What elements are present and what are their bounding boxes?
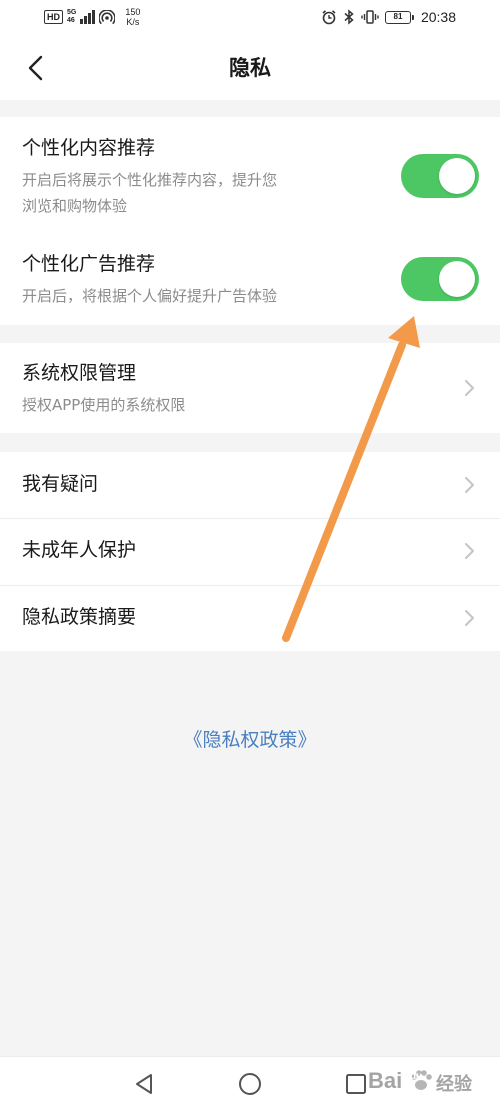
network-speed-unit: K/s (126, 17, 140, 27)
list-item-label: 隐私政策摘要 (22, 606, 137, 628)
links-card: 我有疑问 未成年人保护 隐私政策摘要 (0, 452, 500, 651)
status-right: 81 20:38 (321, 8, 456, 26)
personalized-ads-title: 个性化广告推荐 (22, 253, 156, 275)
signal-icon (80, 9, 96, 24)
system-permissions-card: 系统权限管理 授权APP使用的系统权限 (0, 343, 500, 433)
chevron-right-icon (465, 380, 474, 396)
page-title: 隐私 (229, 56, 271, 80)
personalized-ads-toggle[interactable] (401, 257, 479, 301)
privacy-policy-link[interactable]: 《隐私权政策》 (0, 727, 500, 753)
app-header: 隐私 (0, 36, 500, 100)
watermark: Bai du 经验 (362, 1056, 492, 1111)
hd-badge: HD (44, 10, 63, 24)
status-bar: HD 5G 46 150 K/s 81 20:38 (0, 0, 500, 36)
triangle-back-icon (136, 1074, 152, 1094)
personalization-card: 个性化内容推荐 开启后将展示个性化推荐内容，提升您 浏览和购物体验 个性化广告推… (0, 117, 500, 325)
toggle-knob (439, 158, 475, 194)
chevron-right-icon (465, 610, 474, 626)
battery-icon: 81 (384, 10, 414, 24)
personalized-content-desc-line1: 开启后将展示个性化推荐内容，提升您 (22, 171, 278, 189)
network-speed: 150 K/s (125, 7, 140, 27)
personalized-ads-desc: 开启后，将根据个人偏好提升广告体验 (22, 287, 278, 305)
status-time: 20:38 (420, 9, 456, 25)
list-item-privacy-summary[interactable]: 隐私政策摘要 (0, 586, 500, 651)
network-speed-value: 150 (125, 7, 141, 17)
alarm-icon (322, 10, 336, 25)
chevron-right-icon (465, 477, 474, 493)
personalized-content-toggle[interactable] (401, 154, 479, 198)
network-type-sub: 46 (67, 17, 75, 24)
personalized-content-desc-line2: 浏览和购物体验 (22, 197, 128, 215)
list-item-minor-protection[interactable]: 未成年人保护 (0, 519, 500, 585)
list-item-label: 我有疑问 (22, 473, 99, 495)
system-permissions-desc: 授权APP使用的系统权限 (22, 396, 186, 414)
personalized-content-title: 个性化内容推荐 (22, 137, 156, 159)
bluetooth-icon (344, 9, 354, 25)
network-type: 5G 46 (67, 9, 76, 25)
status-left: HD 5G 46 150 K/s (44, 7, 140, 27)
system-permissions-row[interactable]: 系统权限管理 授权APP使用的系统权限 (0, 343, 500, 433)
system-permissions-title: 系统权限管理 (22, 362, 137, 384)
nav-back-button[interactable] (131, 1071, 157, 1097)
watermark-brand-suffix: du (410, 1071, 423, 1082)
hotspot-icon (99, 10, 116, 25)
toggle-knob (439, 261, 475, 297)
watermark-brand: Bai (368, 1068, 403, 1093)
chevron-right-icon (465, 543, 474, 559)
watermark-product: 经验 (436, 1074, 472, 1095)
circle-home-icon (239, 1073, 261, 1095)
vibrate-icon (361, 10, 379, 24)
personalized-content-row: 个性化内容推荐 开启后将展示个性化推荐内容，提升您 浏览和购物体验 (0, 117, 500, 221)
list-item-questions[interactable]: 我有疑问 (0, 452, 500, 518)
personalized-ads-row: 个性化广告推荐 开启后，将根据个人偏好提升广告体验 (0, 237, 500, 325)
nav-home-button[interactable] (237, 1071, 263, 1097)
list-item-label: 未成年人保护 (22, 539, 137, 561)
network-type-label: 5G (67, 9, 77, 16)
